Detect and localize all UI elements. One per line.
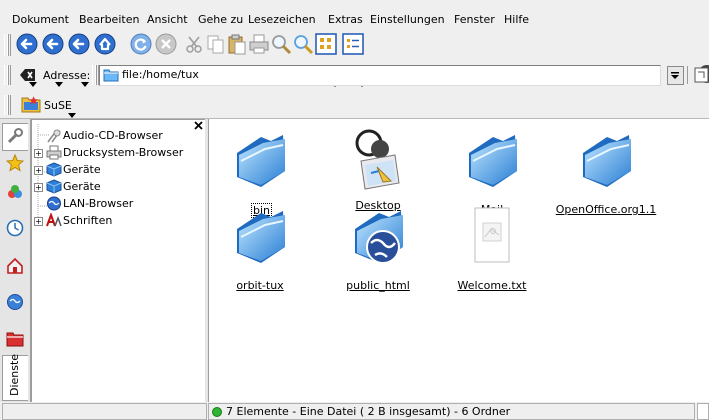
tab-history[interactable] <box>2 215 27 241</box>
device-cube-icon <box>46 179 62 194</box>
text-file-icon <box>474 207 510 263</box>
menu-hilfe[interactable]: Hilfe <box>504 13 529 26</box>
address-label: Adresse: <box>43 69 91 82</box>
stop-icon[interactable] <box>155 33 177 55</box>
tree-item-label: Geräte <box>63 180 101 193</box>
tab-home-folder[interactable] <box>2 253 27 279</box>
clear-location-icon[interactable] <box>20 68 36 82</box>
tree-item-label: Geräte <box>63 163 101 176</box>
icon-view-icon[interactable] <box>315 33 337 55</box>
device-cube-icon <box>46 162 62 177</box>
main-toolbar <box>0 30 709 87</box>
file-label: OpenOffice.org1.1 <box>555 203 657 216</box>
view-status-section: 7 Elemente - Eine Datei ( 2 B insgesamt)… <box>208 403 695 420</box>
tree-expander-plus[interactable]: + <box>34 149 43 158</box>
folder-icon <box>469 135 517 187</box>
folder-icon <box>237 135 285 187</box>
web-folder-icon <box>355 211 403 264</box>
status-led-icon <box>212 407 222 417</box>
bookmark-folder-label: SuSE <box>44 99 72 112</box>
print-icon[interactable] <box>248 33 270 55</box>
tab-configure-panel[interactable] <box>2 123 28 151</box>
menu-fenster[interactable]: Fenster <box>454 13 495 26</box>
go-icon[interactable] <box>694 67 709 83</box>
back-icon[interactable] <box>16 33 38 55</box>
network-globe-icon <box>7 294 23 310</box>
file-label: orbit-tux <box>236 279 284 292</box>
menu-extras[interactable]: Extras <box>328 13 363 26</box>
star-icon <box>6 154 24 172</box>
lan-globe-icon <box>47 196 61 211</box>
tab-bookmarks[interactable] <box>2 150 27 176</box>
folder-location-icon <box>103 69 119 82</box>
close-panel-icon[interactable] <box>194 121 203 130</box>
address-value: file:/home/tux <box>122 68 199 81</box>
devices-icon <box>8 185 22 198</box>
bookmark-folder-suse[interactable]: SuSE <box>21 95 91 118</box>
up-icon[interactable] <box>68 33 90 55</box>
menu-bearbeiten[interactable]: Bearbeiten <box>79 13 139 26</box>
tree-item-label: Audio-CD-Browser <box>63 129 163 142</box>
audio-cd-icon <box>47 129 61 143</box>
location-toolbar: Adresse: file:/home/tux <box>0 62 709 88</box>
wrench-icon <box>7 128 23 144</box>
menu-ansicht[interactable]: Ansicht <box>147 13 188 26</box>
file-label: public_html <box>346 279 410 292</box>
paste-icon[interactable] <box>226 33 248 55</box>
bookmark-toolbar: SuSE <box>0 90 709 119</box>
toolbar-handle[interactable] <box>4 34 11 56</box>
bookmark-folder-icon <box>21 96 41 113</box>
tab-devices[interactable] <box>2 179 27 205</box>
zoom-out-icon[interactable] <box>292 33 314 55</box>
home-folder-icon <box>7 257 23 274</box>
address-history-dropdown[interactable] <box>667 66 684 85</box>
chevron-down-icon <box>68 113 76 118</box>
address-field-handle[interactable] <box>92 65 99 85</box>
zoom-in-icon[interactable] <box>270 33 292 55</box>
tab-dienste[interactable]: Dienste <box>2 353 28 401</box>
menu-einstellungen[interactable]: Einstellungen <box>370 13 445 26</box>
folder-icon <box>237 211 285 263</box>
forward-icon[interactable] <box>42 33 64 55</box>
navigation-panel-tabs: Dienste <box>0 119 31 402</box>
fonts-icon <box>46 213 62 227</box>
link-view-checkbox[interactable] <box>697 403 709 420</box>
file-label: Welcome.txt <box>457 279 527 292</box>
red-folder-icon <box>6 332 24 347</box>
folder-icon <box>583 135 631 187</box>
list-view-icon[interactable] <box>342 33 364 55</box>
separator <box>687 66 688 84</box>
tab-network[interactable] <box>2 289 27 315</box>
menu-dokument[interactable]: Dokument <box>12 13 69 26</box>
reload-icon[interactable] <box>130 33 152 55</box>
home-icon[interactable] <box>94 33 116 55</box>
file-icon-view: bin Desktop Mail <box>208 119 709 402</box>
location-toolbar-handle[interactable] <box>4 65 11 85</box>
services-tree-panel: Audio-CD-Browser + Drucksystem-Browser +… <box>31 119 207 404</box>
printer-icon <box>46 145 62 160</box>
cut-icon[interactable] <box>184 33 206 55</box>
tree-item-label: Schriften <box>63 214 113 227</box>
clock-icon <box>6 219 24 237</box>
menu-bar: Dokument Bearbeiten Ansicht Gehe zu Lese… <box>0 0 709 30</box>
tree-expander-plus[interactable]: + <box>34 183 43 192</box>
bookmark-toolbar-handle[interactable] <box>4 95 11 115</box>
copy-icon[interactable] <box>205 33 227 55</box>
desktop-icon <box>355 129 400 190</box>
tree-item-label: Drucksystem-Browser <box>63 146 184 159</box>
tab-root-folder[interactable] <box>2 326 27 352</box>
tree-expander-plus[interactable]: + <box>34 217 43 226</box>
tree-item-label: LAN-Browser <box>63 197 134 210</box>
chevron-down-icon <box>671 72 679 79</box>
menu-gehe-zu[interactable]: Gehe zu <box>198 13 243 26</box>
address-input[interactable]: file:/home/tux <box>99 65 661 86</box>
tab-dienste-label: Dienste <box>8 353 21 396</box>
menu-lesezeichen[interactable]: Lesezeichen <box>248 13 316 26</box>
tree-expander-plus[interactable]: + <box>34 166 43 175</box>
status-text: 7 Elemente - Eine Datei ( 2 B insgesamt)… <box>226 405 511 418</box>
panel-status-section <box>2 403 207 420</box>
status-bar: 7 Elemente - Eine Datei ( 2 B insgesamt)… <box>0 402 709 420</box>
